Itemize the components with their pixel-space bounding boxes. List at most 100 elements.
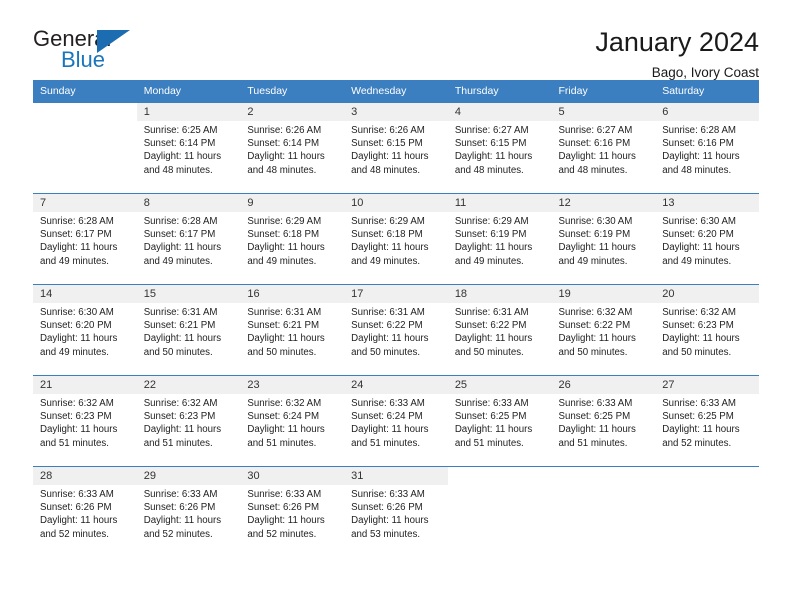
sunset-text: Sunset: 6:20 PM	[40, 320, 112, 332]
daylight-text-line1: Daylight: 11 hours	[662, 424, 740, 436]
sunrise-text: Sunrise: 6:33 AM	[351, 489, 425, 500]
sunset-text: Sunset: 6:18 PM	[247, 229, 320, 241]
day-number: 19	[551, 285, 656, 303]
sunset-text: Sunset: 6:17 PM	[40, 229, 112, 241]
calendar-week-row: 1 Sunrise: 6:25 AM Sunset: 6:14 PM Daylight…	[33, 102, 759, 194]
day-details: Sunrise: 6:29 AM Sunset: 6:19 PM Daylight:…	[448, 212, 552, 268]
daylight-text-line2: and 52 minutes.	[662, 437, 732, 449]
general-blue-logo[interactable]: General Blue	[33, 28, 143, 74]
calendar-day-cell[interactable]: 28 Sunrise: 6:33 AM Sunset: 6:26 PM Dayligh…	[33, 466, 137, 557]
daylight-text-line1: Daylight: 11 hours	[351, 515, 429, 527]
sunset-text: Sunset: 6:24 PM	[247, 411, 320, 423]
day-details: Sunrise: 6:32 AM Sunset: 6:24 PM Daylight:…	[240, 394, 344, 450]
calendar-day-cell-empty	[551, 466, 656, 557]
daylight-text-line2: and 49 minutes.	[454, 255, 524, 267]
calendar-day-cell[interactable]: 19 Sunrise: 6:32 AM Sunset: 6:22 PM Dayligh…	[551, 284, 656, 376]
calendar-day-cell[interactable]: 26 Sunrise: 6:33 AM Sunset: 6:25 PM Dayligh…	[551, 375, 656, 467]
sunset-text: Sunset: 6:22 PM	[351, 320, 423, 332]
sunrise-text: Sunrise: 6:28 AM	[40, 216, 114, 227]
day-number: 30	[240, 467, 345, 485]
calendar-day-cell[interactable]: 1 Sunrise: 6:25 AM Sunset: 6:14 PM Daylight…	[136, 102, 241, 194]
calendar-day-cell[interactable]: 5 Sunrise: 6:27 AM Sunset: 6:16 PM Daylight…	[551, 102, 656, 194]
sunrise-text: Sunrise: 6:26 AM	[351, 125, 425, 136]
calendar-day-cell[interactable]: 16 Sunrise: 6:31 AM Sunset: 6:21 PM Dayligh…	[240, 284, 345, 376]
calendar-day-cell[interactable]: 9 Sunrise: 6:29 AM Sunset: 6:18 PM Daylight…	[240, 193, 345, 285]
calendar-day-cell[interactable]: 2 Sunrise: 6:26 AM Sunset: 6:14 PM Daylight…	[240, 102, 345, 194]
calendar-day-cell[interactable]: 27 Sunrise: 6:33 AM Sunset: 6:25 PM Dayligh…	[655, 375, 759, 467]
day-number: 17	[344, 285, 448, 303]
daylight-text-line1: Daylight: 11 hours	[454, 151, 533, 163]
day-details: Sunrise: 6:33 AM Sunset: 6:25 PM Daylight:…	[655, 394, 759, 450]
sunset-text: Sunset: 6:22 PM	[558, 320, 631, 332]
day-details: Sunrise: 6:31 AM Sunset: 6:21 PM Daylight:…	[137, 303, 241, 359]
calendar-day-cell[interactable]: 25 Sunrise: 6:33 AM Sunset: 6:25 PM Dayligh…	[447, 375, 552, 467]
sunset-text: Sunset: 6:26 PM	[40, 502, 112, 514]
calendar-day-cell[interactable]: 20 Sunrise: 6:32 AM Sunset: 6:23 PM Dayligh…	[655, 284, 759, 376]
calendar-day-cell[interactable]: 10 Sunrise: 6:29 AM Sunset: 6:18 PM Dayligh…	[344, 193, 448, 285]
sunset-text: Sunset: 6:25 PM	[662, 411, 734, 423]
daylight-text-line1: Daylight: 11 hours	[558, 151, 636, 163]
calendar-day-cell[interactable]: 23 Sunrise: 6:32 AM Sunset: 6:24 PM Dayligh…	[240, 375, 345, 467]
day-number: 18	[447, 285, 552, 303]
calendar-day-cell[interactable]: 18 Sunrise: 6:31 AM Sunset: 6:22 PM Dayligh…	[447, 284, 552, 376]
daylight-text-line1: Daylight: 11 hours	[143, 333, 222, 345]
weekday-header-wednesday: Wednesday	[344, 80, 448, 103]
daylight-text-line2: and 52 minutes.	[40, 528, 109, 540]
day-details: Sunrise: 6:33 AM Sunset: 6:24 PM Daylight:…	[344, 394, 448, 450]
day-number: 13	[655, 194, 759, 212]
daylight-text-line1: Daylight: 11 hours	[454, 242, 533, 254]
calendar-day-cell[interactable]: 21 Sunrise: 6:32 AM Sunset: 6:23 PM Dayligh…	[33, 375, 137, 467]
day-number	[655, 467, 759, 485]
sunset-text: Sunset: 6:24 PM	[351, 411, 423, 423]
sunset-text: Sunset: 6:26 PM	[247, 502, 320, 514]
calendar-day-cell-empty	[33, 102, 137, 194]
daylight-text-line2: and 49 minutes.	[143, 255, 213, 267]
day-details: Sunrise: 6:33 AM Sunset: 6:26 PM Daylight:…	[137, 485, 241, 541]
calendar-day-cell[interactable]: 31 Sunrise: 6:33 AM Sunset: 6:26 PM Dayligh…	[344, 466, 448, 557]
calendar-day-cell[interactable]: 8 Sunrise: 6:28 AM Sunset: 6:17 PM Daylight…	[136, 193, 241, 285]
calendar-day-cell[interactable]: 6 Sunrise: 6:28 AM Sunset: 6:16 PM Daylight…	[655, 102, 759, 194]
calendar-day-cell[interactable]: 30 Sunrise: 6:33 AM Sunset: 6:26 PM Dayligh…	[240, 466, 345, 557]
day-details: Sunrise: 6:29 AM Sunset: 6:18 PM Daylight:…	[344, 212, 448, 268]
calendar-day-cell[interactable]: 7 Sunrise: 6:28 AM Sunset: 6:17 PM Daylight…	[33, 193, 137, 285]
day-details: Sunrise: 6:33 AM Sunset: 6:26 PM Daylight:…	[344, 485, 448, 541]
sunrise-text: Sunrise: 6:31 AM	[143, 307, 218, 318]
calendar-day-cell[interactable]: 29 Sunrise: 6:33 AM Sunset: 6:26 PM Dayligh…	[136, 466, 241, 557]
day-number	[551, 467, 656, 485]
sunrise-text: Sunrise: 6:25 AM	[143, 125, 218, 136]
sunset-text: Sunset: 6:17 PM	[143, 229, 216, 241]
calendar-day-cell[interactable]: 17 Sunrise: 6:31 AM Sunset: 6:22 PM Dayligh…	[344, 284, 448, 376]
calendar-day-cell[interactable]: 4 Sunrise: 6:27 AM Sunset: 6:15 PM Daylight…	[447, 102, 552, 194]
sunset-text: Sunset: 6:16 PM	[662, 138, 734, 150]
day-number: 15	[136, 285, 241, 303]
page-header: General Blue January 2024 Bago, Ivory Co…	[33, 0, 759, 81]
day-number: 2	[240, 103, 345, 121]
calendar-day-cell[interactable]: 22 Sunrise: 6:32 AM Sunset: 6:23 PM Dayligh…	[136, 375, 241, 467]
daylight-text-line1: Daylight: 11 hours	[143, 151, 222, 163]
sunrise-text: Sunrise: 6:32 AM	[662, 307, 736, 318]
calendar-page: General Blue January 2024 Bago, Ivory Co…	[0, 0, 792, 612]
sunset-text: Sunset: 6:18 PM	[351, 229, 423, 241]
daylight-text-line2: and 51 minutes.	[40, 437, 109, 449]
daylight-text-line2: and 51 minutes.	[247, 437, 317, 449]
day-details: Sunrise: 6:31 AM Sunset: 6:22 PM Daylight:…	[344, 303, 448, 359]
day-details: Sunrise: 6:32 AM Sunset: 6:23 PM Daylight:…	[33, 394, 137, 450]
calendar-day-cell[interactable]: 12 Sunrise: 6:30 AM Sunset: 6:19 PM Dayligh…	[551, 193, 656, 285]
sunrise-text: Sunrise: 6:33 AM	[40, 489, 114, 500]
day-number: 11	[447, 194, 552, 212]
calendar-day-cell[interactable]: 13 Sunrise: 6:30 AM Sunset: 6:20 PM Dayligh…	[655, 193, 759, 285]
day-details: Sunrise: 6:30 AM Sunset: 6:20 PM Daylight:…	[33, 303, 137, 359]
sunrise-text: Sunrise: 6:29 AM	[351, 216, 425, 227]
day-number	[33, 103, 137, 121]
sunrise-text: Sunrise: 6:32 AM	[247, 398, 322, 409]
calendar-day-cell[interactable]: 15 Sunrise: 6:31 AM Sunset: 6:21 PM Dayligh…	[136, 284, 241, 376]
daylight-text-line1: Daylight: 11 hours	[40, 424, 118, 436]
sunrise-text: Sunrise: 6:26 AM	[247, 125, 322, 136]
sunrise-text: Sunrise: 6:30 AM	[40, 307, 114, 318]
calendar-day-cell[interactable]: 14 Sunrise: 6:30 AM Sunset: 6:20 PM Dayligh…	[33, 284, 137, 376]
sunrise-text: Sunrise: 6:31 AM	[454, 307, 529, 318]
daylight-text-line1: Daylight: 11 hours	[40, 242, 118, 254]
calendar-day-cell[interactable]: 3 Sunrise: 6:26 AM Sunset: 6:15 PM Daylight…	[344, 102, 448, 194]
calendar-day-cell[interactable]: 11 Sunrise: 6:29 AM Sunset: 6:19 PM Dayligh…	[447, 193, 552, 285]
calendar-day-cell[interactable]: 24 Sunrise: 6:33 AM Sunset: 6:24 PM Dayligh…	[344, 375, 448, 467]
